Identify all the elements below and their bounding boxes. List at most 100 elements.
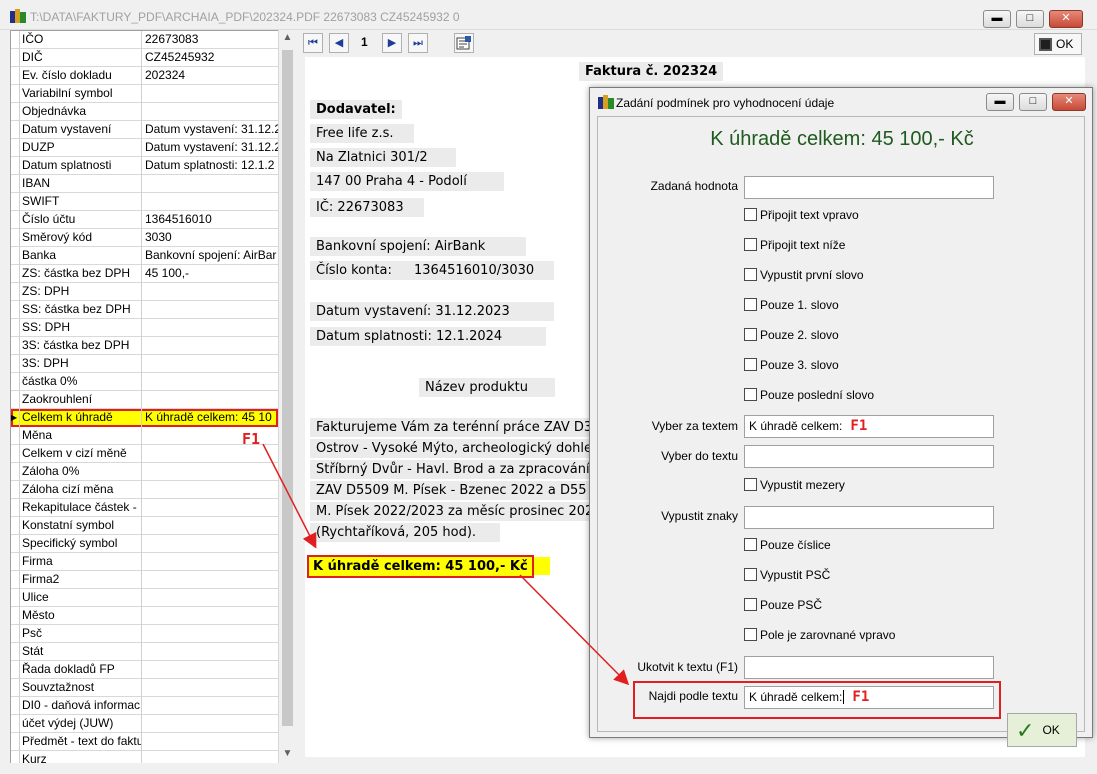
grid-field-value[interactable]: 202324 <box>143 67 278 85</box>
maximize-button[interactable]: □ <box>1016 10 1044 28</box>
grid-row[interactable]: Město <box>11 607 278 625</box>
scroll-up-icon[interactable]: ▲ <box>279 30 296 46</box>
close-button[interactable]: ✕ <box>1049 10 1083 28</box>
grid-row[interactable]: ZS: částka bez DPH 45 100,- <box>11 265 278 283</box>
grid-field-value[interactable] <box>143 355 278 373</box>
grid-row[interactable]: 3S: DPH <box>11 355 278 373</box>
grid-field-name[interactable]: Objednávka <box>21 103 142 121</box>
grid-field-value[interactable]: CZ45245932 <box>143 49 278 67</box>
grid-row[interactable]: Ev. číslo dokladu 202324 <box>11 67 278 85</box>
grid-field-value[interactable] <box>143 589 278 607</box>
grid-field-name[interactable]: Banka <box>21 247 142 265</box>
grid-row[interactable]: Banka Bankovní spojení: AirBar <box>11 247 278 265</box>
grid-field-value[interactable]: 3030 <box>143 229 278 247</box>
grid-row[interactable]: částka 0% <box>11 373 278 391</box>
grid-field-value[interactable]: Datum splatnosti: 12.1.2 <box>143 157 278 175</box>
grid-field-name[interactable]: SS: částka bez DPH <box>21 301 142 319</box>
grid-row[interactable]: Rekapitulace částek - <box>11 499 278 517</box>
grid-row[interactable]: Řada dokladů FP <box>11 661 278 679</box>
grid-row[interactable]: Celkem v cizí měně <box>11 445 278 463</box>
grid-field-name[interactable]: Řada dokladů FP <box>21 661 142 679</box>
checkbox-pripojit-vpravo[interactable]: Připojit text vpravo <box>744 208 859 222</box>
grid-field-value[interactable] <box>143 661 278 679</box>
grid-field-name[interactable]: Ev. číslo dokladu <box>21 67 142 85</box>
grid-field-value[interactable]: Bankovní spojení: AirBar <box>143 247 278 265</box>
grid-field-name[interactable]: DI0 - daňová informac <box>21 697 142 715</box>
grid-row[interactable]: SS: DPH <box>11 319 278 337</box>
grid-row[interactable]: Záloha cizí měna <box>11 481 278 499</box>
grid-row[interactable]: Stát <box>11 643 278 661</box>
grid-field-name[interactable]: IČO <box>21 31 142 49</box>
grid-row[interactable]: DI0 - daňová informac <box>11 697 278 715</box>
grid-field-value[interactable] <box>143 517 278 535</box>
dialog-maximize-button[interactable]: □ <box>1019 93 1047 111</box>
checkbox-vypustit-psc[interactable]: Vypustit PSČ <box>744 568 830 582</box>
grid-field-name[interactable]: DIČ <box>21 49 142 67</box>
scroll-thumb[interactable] <box>282 50 293 726</box>
grid-field-value[interactable] <box>143 463 278 481</box>
grid-row[interactable]: SWIFT <box>11 193 278 211</box>
grid-field-name[interactable]: částka 0% <box>21 373 142 391</box>
grid-row[interactable]: Předmět - text do faktu <box>11 733 278 751</box>
grid-row[interactable]: Měna <box>11 427 278 445</box>
grid-field-name[interactable]: Číslo účtu <box>21 211 142 229</box>
grid-field-name[interactable]: Celkem v cizí měně <box>21 445 142 463</box>
last-page-button[interactable]: ⏭ <box>408 33 428 53</box>
checkbox-pouze-cislice[interactable]: Pouze číslice <box>744 538 831 552</box>
grid-field-name[interactable]: Předmět - text do faktu <box>21 733 142 751</box>
grid-row[interactable]: Kurz <box>11 751 278 763</box>
grid-field-value[interactable] <box>143 283 278 301</box>
grid-row[interactable]: Konstatní symbol <box>11 517 278 535</box>
grid-field-value[interactable] <box>143 337 278 355</box>
grid-row[interactable]: účet výdej (JUW) <box>11 715 278 733</box>
grid-row[interactable]: ▶ Celkem k úhradě K úhradě celkem: 45 10 <box>11 409 278 427</box>
grid-field-name[interactable]: Kurz <box>21 751 142 763</box>
grid-field-name[interactable]: DUZP <box>21 139 142 157</box>
grid-field-value[interactable] <box>143 625 278 643</box>
grid-row[interactable]: Psč <box>11 625 278 643</box>
grid-field-name[interactable]: Město <box>21 607 142 625</box>
vyber-za-textem-input[interactable]: K úhradě celkem: F1 <box>744 415 994 438</box>
grid-field-value[interactable] <box>143 481 278 499</box>
dialog-close-button[interactable]: ✕ <box>1052 93 1086 111</box>
checkbox-pouze-3[interactable]: Pouze 3. slovo <box>744 358 839 372</box>
grid-row[interactable]: 3S: částka bez DPH <box>11 337 278 355</box>
grid-field-value[interactable] <box>143 715 278 733</box>
grid-field-name[interactable]: Směrový kód <box>21 229 142 247</box>
grid-row[interactable]: Záloha 0% <box>11 463 278 481</box>
grid-field-value[interactable] <box>143 193 278 211</box>
grid-field-name[interactable]: Datum vystavení <box>21 121 142 139</box>
grid-scrollbar[interactable]: ▲ ▼ <box>278 30 295 763</box>
grid-field-name[interactable]: Firma2 <box>21 571 142 589</box>
grid-row[interactable]: Firma2 <box>11 571 278 589</box>
vypustit-znaky-input[interactable] <box>744 506 994 529</box>
next-page-button[interactable]: ▶ <box>382 33 402 53</box>
grid-field-value[interactable] <box>143 373 278 391</box>
grid-field-value[interactable] <box>143 571 278 589</box>
ukotvit-input[interactable] <box>744 656 994 679</box>
first-page-button[interactable]: ⏮ <box>303 33 323 53</box>
grid-field-name[interactable]: 3S: částka bez DPH <box>21 337 142 355</box>
grid-field-name[interactable]: Záloha 0% <box>21 463 142 481</box>
checkbox-pouze-posledni[interactable]: Pouze poslední slovo <box>744 388 874 402</box>
grid-field-name[interactable]: SS: DPH <box>21 319 142 337</box>
grid-row[interactable]: ZS: DPH <box>11 283 278 301</box>
grid-field-name[interactable]: Rekapitulace částek - <box>21 499 142 517</box>
grid-row[interactable]: IBAN <box>11 175 278 193</box>
checkbox-zarovnane-vpravo[interactable]: Pole je zarovnané vpravo <box>744 628 895 642</box>
checkbox-vypustit-prvni[interactable]: Vypustit první slovo <box>744 268 864 282</box>
grid-field-name[interactable]: Psč <box>21 625 142 643</box>
grid-field-name[interactable]: Měna <box>21 427 142 445</box>
grid-field-name[interactable]: Záloha cizí měna <box>21 481 142 499</box>
vyber-do-textu-input[interactable] <box>744 445 994 468</box>
prev-page-button[interactable]: ◀ <box>329 33 349 53</box>
scroll-down-icon[interactable]: ▼ <box>279 746 296 762</box>
grid-field-value[interactable]: K úhradě celkem: 45 10 <box>143 409 278 427</box>
grid-row[interactable]: Specifický symbol <box>11 535 278 553</box>
grid-field-value[interactable] <box>143 607 278 625</box>
grid-row[interactable]: Objednávka <box>11 103 278 121</box>
grid-row[interactable]: IČO 22673083 <box>11 31 278 49</box>
checkbox-pripojit-nize[interactable]: Připojit text níže <box>744 238 845 252</box>
grid-field-value[interactable] <box>143 679 278 697</box>
grid-field-value[interactable] <box>143 391 278 409</box>
